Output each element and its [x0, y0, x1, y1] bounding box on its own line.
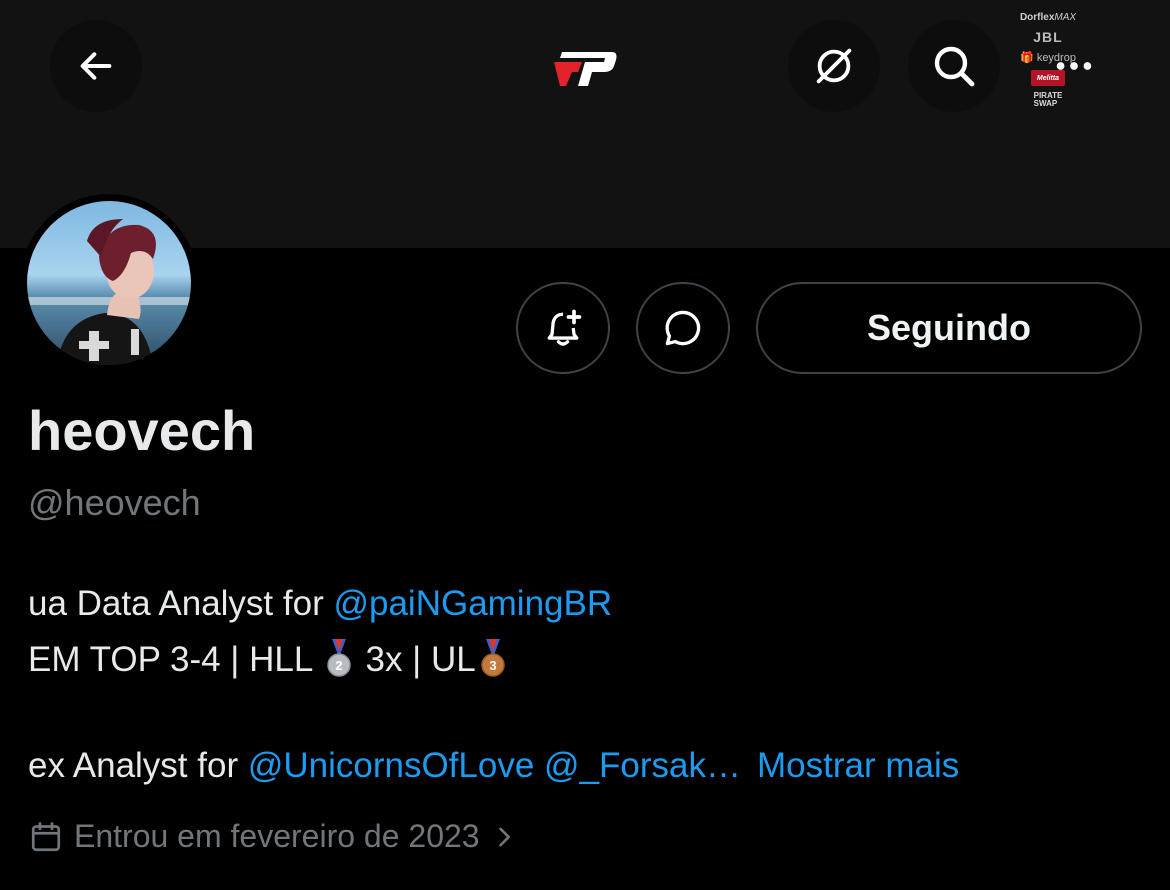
arrow-left-icon: [80, 52, 112, 80]
mention-forsaken[interactable]: @_Forsak…: [534, 746, 741, 785]
search-button[interactable]: [908, 20, 1000, 112]
avatar[interactable]: [20, 194, 198, 372]
svg-text:3: 3: [489, 658, 496, 673]
bio-text: ex Analyst for: [28, 746, 248, 785]
bell-plus-icon: [547, 309, 582, 346]
bio-line-1: ua Data Analyst for @paiNGamingBR: [28, 584, 612, 624]
bio-line-2: EM TOP 3-4 | HLL 2 3x | UL 3: [28, 639, 510, 680]
mention-unicornsoflove[interactable]: @UnicornsOfLove: [248, 746, 534, 785]
mention-paingamingbr[interactable]: @paiNGamingBR: [333, 584, 612, 623]
chevron-right-icon: [498, 827, 510, 846]
more-options-button[interactable]: [1028, 20, 1120, 112]
message-bubble-icon: [665, 310, 701, 346]
profile-banner: [0, 0, 1170, 248]
message-button[interactable]: [636, 282, 730, 374]
back-button[interactable]: [50, 20, 142, 112]
silver-medal-icon: 2: [327, 639, 351, 677]
grok-icon: [816, 48, 852, 84]
following-button[interactable]: Seguindo: [756, 282, 1142, 374]
show-more-link[interactable]: Mostrar mais: [757, 746, 959, 785]
grok-button[interactable]: [788, 20, 880, 112]
avatar-photo: [27, 201, 191, 365]
more-horizontal-icon: [1056, 62, 1092, 70]
bio-text: ua Data Analyst for: [28, 584, 334, 623]
display-name: heovech: [28, 399, 256, 462]
search-icon: [934, 46, 975, 87]
joined-text: Entrou em fevereiro de 2023: [74, 818, 480, 854]
pain-gaming-logo: [554, 52, 617, 86]
bronze-medal-icon: 3: [481, 639, 505, 677]
avatar-illustration: [27, 219, 191, 365]
bio-line-3: ex Analyst for @UnicornsOfLove @_Forsak……: [28, 746, 959, 786]
svg-text:2: 2: [335, 658, 342, 673]
joined-date[interactable]: Entrou em fevereiro de 2023: [28, 818, 518, 855]
calendar-icon: [31, 821, 61, 851]
bio-text: 3x | UL: [355, 640, 476, 679]
notify-button[interactable]: [516, 282, 610, 374]
user-handle: @heovech: [28, 482, 201, 523]
bio-text: EM TOP 3-4 | HLL: [28, 640, 322, 679]
